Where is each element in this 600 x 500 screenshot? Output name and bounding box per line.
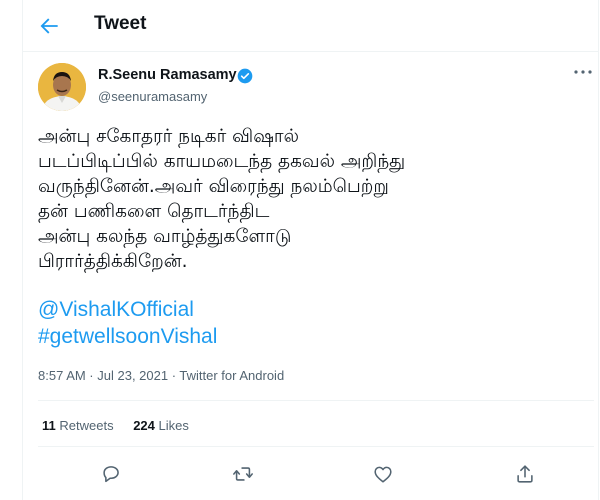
reply-icon[interactable]	[100, 463, 122, 485]
likes-stat[interactable]: 224 Likes	[133, 418, 189, 433]
retweets-label: Retweets	[59, 418, 114, 433]
likes-label: Likes	[158, 418, 189, 433]
hashtag-link[interactable]: #getwellsoonVishal	[38, 325, 217, 349]
more-dots-icon[interactable]	[572, 64, 594, 80]
retweet-icon[interactable]	[232, 463, 254, 485]
tweet-header: Tweet	[22, 0, 599, 52]
retweets-count: 11	[42, 418, 56, 433]
tweet-line: பிரார்த்திக்கிறேன்.	[38, 251, 188, 272]
mention-link[interactable]: @VishalKOfficial	[38, 298, 194, 322]
tweet-line: அன்பு சகோதரர் நடிகர் விஷால்	[38, 126, 299, 147]
author-name[interactable]: R.Seenu Ramasamy	[98, 67, 237, 83]
tweet-text: அன்பு சகோதரர் நடிகர் விஷால் படப்பிடிப்பி…	[38, 124, 594, 274]
tweet-line: வருந்தினேன்.அவர் விரைந்து நலம்பெற்று	[38, 176, 389, 197]
likes-count: 224	[133, 418, 155, 433]
divider	[38, 400, 594, 401]
avatar[interactable]	[38, 63, 86, 111]
page-title: Tweet	[94, 13, 147, 34]
divider	[38, 446, 594, 447]
tweet-timestamp[interactable]: 8:57 AM · Jul 23, 2021 · Twitter for And…	[38, 368, 284, 383]
tweet-line: அன்பு கலந்த வாழ்த்துகளோடு	[38, 226, 292, 247]
tweet-line: படப்பிடிப்பில் காயமடைந்த தகவல் அறிந்து	[38, 151, 406, 172]
tweet-stats: 11 Retweets 224 Likes	[42, 418, 205, 433]
heart-icon[interactable]	[372, 463, 394, 485]
verified-badge-icon	[237, 68, 253, 84]
arrow-left-icon[interactable]	[36, 13, 62, 39]
retweets-stat[interactable]: 11 Retweets	[42, 418, 114, 433]
author-handle[interactable]: @seenuramasamy	[98, 89, 207, 104]
tweet-line: தன் பணிகளை தொடர்ந்திட	[38, 201, 270, 222]
share-icon[interactable]	[514, 463, 536, 485]
